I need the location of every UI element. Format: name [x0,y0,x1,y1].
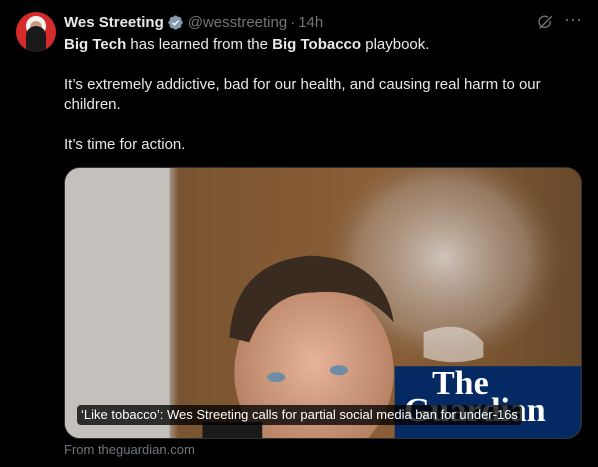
card-caption: ‘Like tobacco’: Wes Streeting calls for … [77,405,522,425]
text-segment: has learned from the [126,36,273,53]
separator: · [290,13,296,31]
tweet-text: Big Tech has learned from the Big Tobacc… [64,35,584,155]
card-source[interactable]: From theguardian.com [64,442,195,457]
handle[interactable]: @wesstreeting [188,14,287,31]
grok-icon[interactable] [536,14,554,32]
tweet-header: Wes Streeting @wesstreeting · 14h [64,12,323,32]
text-bold-big-tobacco: Big Tobacco [272,36,362,53]
text-segment: playbook. [361,36,430,53]
link-card[interactable]: The Guardian ‘Like tobacco’: Wes Streeti… [64,167,582,439]
text-bold-big-tech: Big Tech [64,36,127,53]
display-name[interactable]: Wes Streeting [64,14,164,31]
timestamp[interactable]: 14h [298,14,323,31]
guardian-logo: The Guardian [396,367,581,438]
avatar[interactable] [16,12,56,52]
more-icon[interactable]: ··· [563,10,583,32]
verified-badge-icon [168,15,183,30]
text-paragraph-2: It’s extremely addictive, bad for our he… [64,76,541,113]
text-paragraph-3: It’s time for action. [64,136,186,153]
tweet[interactable]: Wes Streeting @wesstreeting · 14h ··· Bi… [0,0,598,467]
